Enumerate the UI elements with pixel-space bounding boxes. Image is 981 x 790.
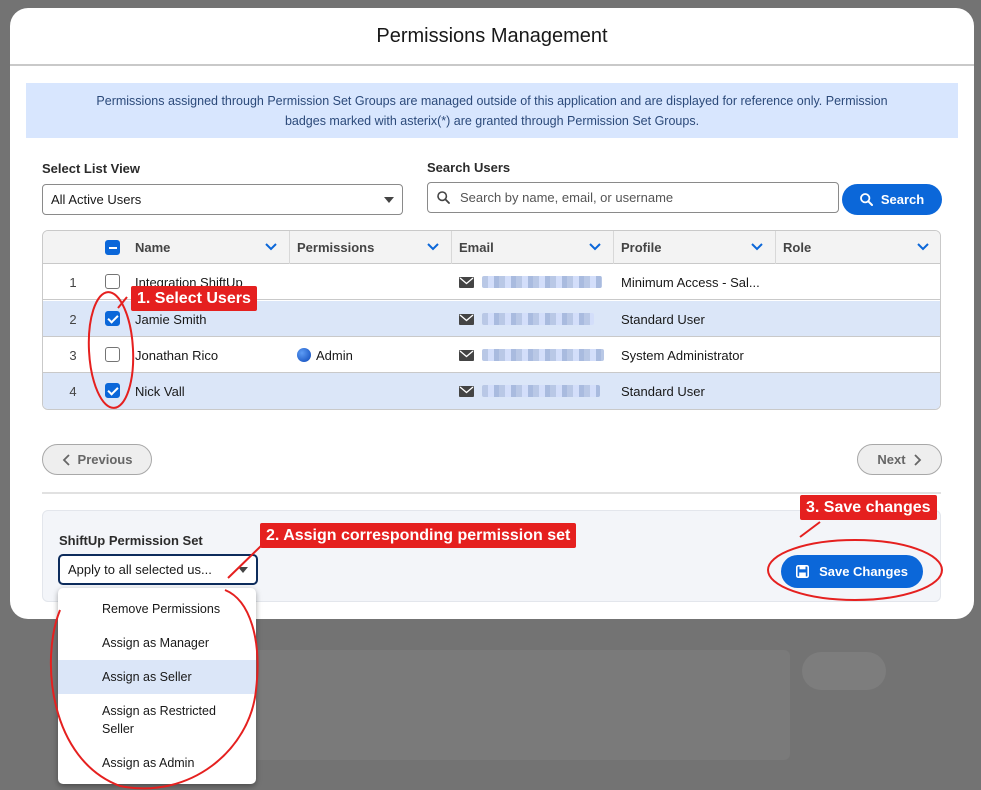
- redacted-email: [482, 313, 594, 325]
- table-row[interactable]: 3 Jonathan Rico Admin System Administrat…: [43, 337, 940, 373]
- caret-down-icon: [238, 566, 248, 573]
- option-assign-seller[interactable]: Assign as Seller: [58, 660, 256, 694]
- user-profile: Standard User: [621, 383, 705, 399]
- row-checkbox[interactable]: [105, 347, 120, 362]
- modal-header: Permissions Management: [10, 8, 974, 66]
- column-header-label: Role: [783, 240, 812, 255]
- row-checkbox[interactable]: [105, 274, 120, 289]
- search-users-label: Search Users: [427, 160, 511, 175]
- option-assign-restricted-seller[interactable]: Assign as Restricted Seller: [58, 701, 256, 739]
- chevron-right-icon: [913, 453, 921, 466]
- permission-set-value: Apply to all selected us...: [68, 562, 212, 577]
- row-number: 2: [69, 311, 77, 327]
- row-number: 4: [69, 383, 77, 399]
- users-table: Name Permissions Email Profile Role 1 In…: [42, 230, 941, 410]
- chevron-down-icon: [751, 243, 763, 251]
- user-name: Nick Vall: [135, 383, 185, 399]
- column-header-label: Permissions: [297, 240, 375, 255]
- user-name: Jonathan Rico: [135, 347, 219, 363]
- list-view-value: All Active Users: [51, 192, 142, 207]
- search-button-label: Search: [880, 192, 925, 207]
- table-header: Name Permissions Email Profile Role: [43, 231, 940, 264]
- chevron-left-icon: [62, 453, 70, 466]
- annotation-step-3: 3. Save changes: [800, 495, 937, 520]
- chevron-down-icon: [265, 243, 277, 251]
- permission-set-label: ShiftUp Permission Set: [59, 533, 203, 548]
- user-email: [459, 337, 604, 373]
- info-banner-line2: badges marked with asterix(*) are grante…: [284, 114, 700, 128]
- table-row[interactable]: 4 Nick Vall Standard User: [43, 373, 940, 409]
- search-input[interactable]: [460, 190, 820, 205]
- redacted-email: [482, 385, 600, 397]
- column-header-profile[interactable]: Profile: [613, 231, 775, 264]
- search-field-wrapper: [427, 182, 839, 213]
- annotation-step-2: 2. Assign corresponding permission set: [260, 523, 577, 548]
- chevron-down-icon: [917, 243, 929, 251]
- chevron-down-icon: [589, 243, 601, 251]
- permission-set-select[interactable]: Apply to all selected us...: [58, 554, 258, 585]
- email-icon: [459, 349, 474, 361]
- permission-label: Admin: [316, 347, 353, 363]
- user-email: [459, 301, 594, 337]
- user-email: [459, 373, 600, 409]
- permission-badge: Admin: [297, 337, 353, 373]
- row-number: 3: [69, 347, 77, 363]
- option-assign-manager[interactable]: Assign as Manager: [58, 633, 256, 652]
- previous-label: Previous: [77, 452, 133, 467]
- search-icon: [859, 193, 873, 206]
- save-changes-label: Save Changes: [819, 564, 908, 579]
- redacted-email: [482, 276, 602, 288]
- user-email: [459, 264, 602, 300]
- column-header-role[interactable]: Role: [775, 231, 940, 264]
- section-divider: [42, 492, 941, 494]
- modal-title: Permissions Management: [376, 24, 608, 47]
- email-icon: [459, 385, 474, 397]
- list-view-label: Select List View: [42, 161, 141, 176]
- row-checkbox[interactable]: [105, 311, 120, 326]
- caret-down-icon: [384, 196, 394, 203]
- column-header-label: Name: [135, 240, 171, 255]
- column-header-email[interactable]: Email: [451, 231, 613, 264]
- list-view-select[interactable]: All Active Users: [42, 184, 403, 215]
- save-changes-button[interactable]: Save Changes: [781, 555, 923, 588]
- annotation-step-1: 1. Select Users: [131, 286, 257, 311]
- info-banner: Permissions assigned through Permission …: [26, 83, 958, 138]
- background-button: [802, 652, 886, 690]
- chevron-down-icon: [427, 243, 439, 251]
- column-header-label: Profile: [621, 240, 662, 255]
- next-label: Next: [877, 452, 906, 467]
- permission-set-dropdown: Remove Permissions Assign as Manager Ass…: [58, 588, 256, 784]
- save-icon: [796, 565, 810, 578]
- background-card: [250, 650, 790, 760]
- column-header-name[interactable]: Name: [127, 231, 289, 264]
- select-all-checkbox[interactable]: [105, 240, 120, 255]
- search-icon: [437, 191, 450, 204]
- search-button[interactable]: Search: [842, 184, 942, 215]
- next-button[interactable]: Next: [857, 444, 942, 475]
- admin-badge-icon: [297, 348, 311, 362]
- previous-button[interactable]: Previous: [42, 444, 152, 475]
- column-header-label: Email: [459, 240, 494, 255]
- email-icon: [459, 276, 474, 288]
- info-banner-line1: Permissions assigned through Permission …: [96, 94, 888, 108]
- row-checkbox[interactable]: [105, 383, 120, 398]
- option-remove-permissions[interactable]: Remove Permissions: [58, 599, 256, 618]
- user-profile: System Administrator: [621, 347, 744, 363]
- column-header-permissions[interactable]: Permissions: [289, 231, 451, 264]
- email-icon: [459, 313, 474, 325]
- row-number: 1: [69, 274, 77, 290]
- option-assign-admin[interactable]: Assign as Admin: [58, 753, 256, 772]
- user-profile: Standard User: [621, 311, 705, 327]
- user-profile: Minimum Access - Sal...: [621, 274, 760, 290]
- redacted-email: [482, 349, 604, 361]
